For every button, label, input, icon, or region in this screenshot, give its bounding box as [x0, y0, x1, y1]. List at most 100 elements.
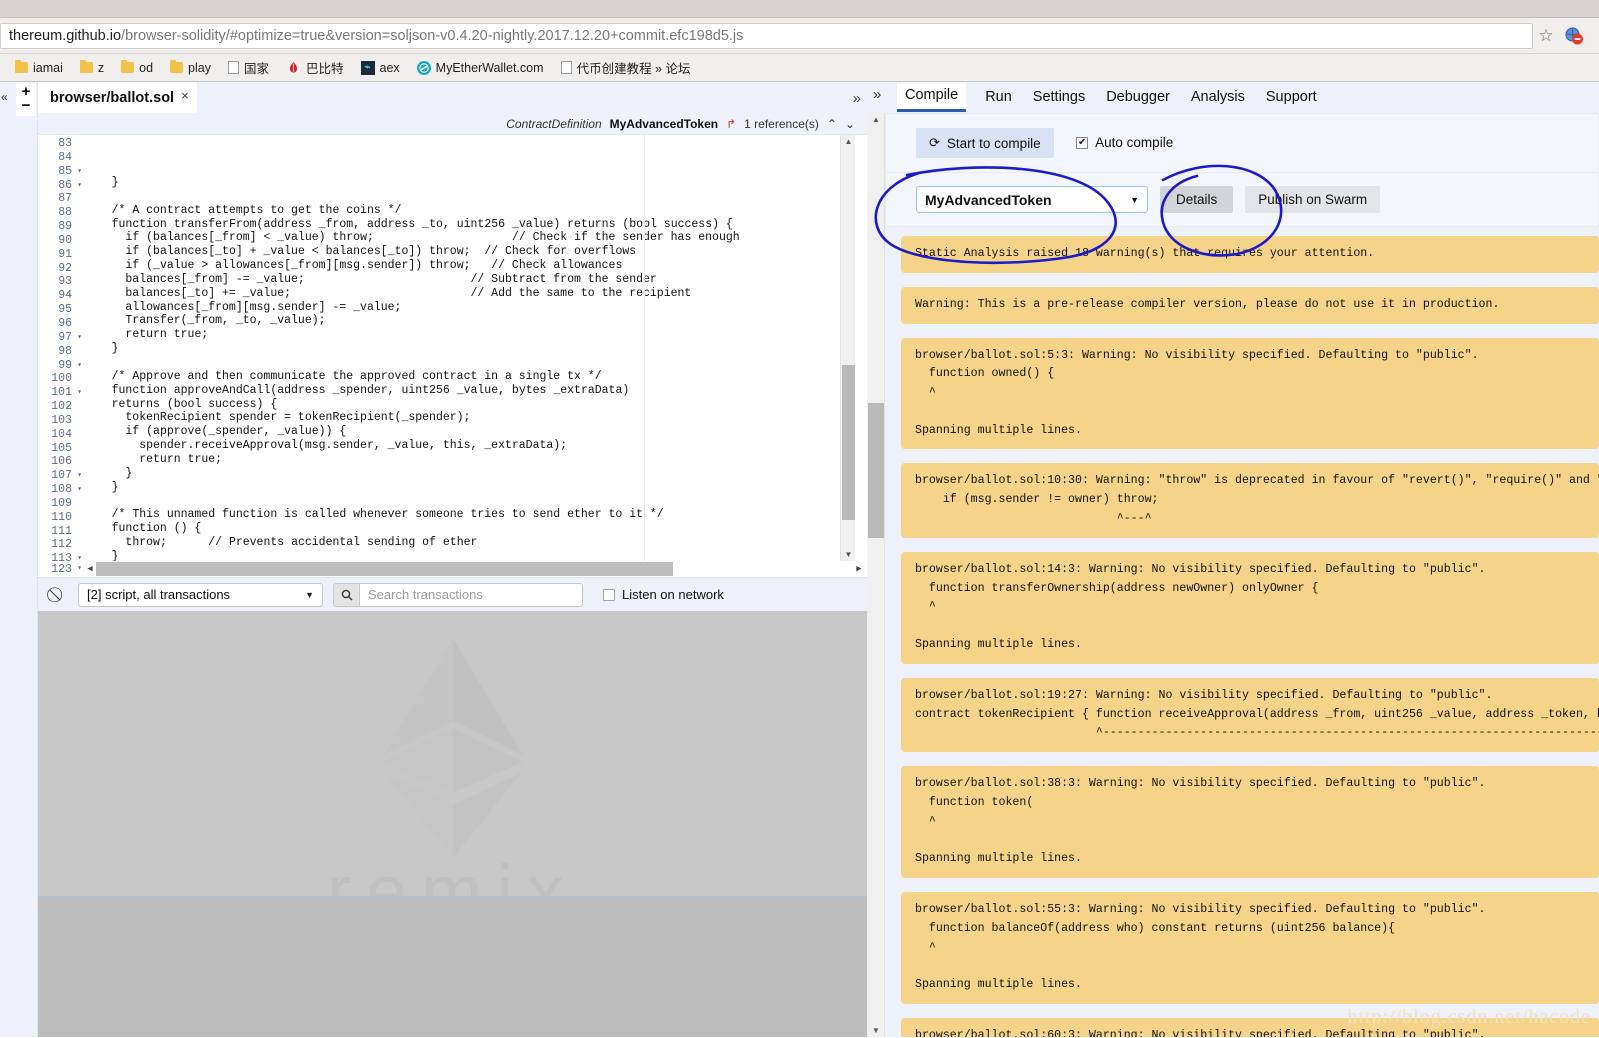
- hscroll-right-icon[interactable]: ▶: [853, 564, 865, 574]
- panel-scroll-down-icon[interactable]: ▼: [867, 1026, 885, 1035]
- search-transactions-input[interactable]: Search transactions: [359, 582, 583, 607]
- bookmark-item[interactable]: 代币创建教程 » 论坛: [554, 56, 698, 79]
- code-line[interactable]: if (balances[_from] < _value) throw; // …: [74, 231, 867, 245]
- code-line[interactable]: }: [74, 550, 867, 561]
- line-number: 85 ▾: [58, 164, 82, 178]
- listen-on-network-toggle[interactable]: Listen on network: [603, 587, 724, 602]
- tab-run[interactable]: Run: [983, 85, 1014, 111]
- code-line[interactable]: return true;: [74, 328, 867, 342]
- panel-scrollbar-thumb[interactable]: [868, 403, 884, 538]
- static-analysis-warning[interactable]: Static Analysis raised 18 warning(s) tha…: [901, 236, 1599, 273]
- extension-icon[interactable]: [1559, 26, 1589, 46]
- code-line[interactable]: if (approve(_spender, _value)) {: [74, 425, 867, 439]
- code-line[interactable]: balances[_to] += _value; // Add the same…: [74, 287, 867, 301]
- chevron-down-icon[interactable]: ⌄: [845, 117, 855, 131]
- fold-icon[interactable]: ▾: [77, 563, 82, 573]
- visibility-warning-5-3[interactable]: browser/ballot.sol:5:3: Warning: No visi…: [901, 337, 1599, 450]
- jump-to-icon[interactable]: ↱: [726, 117, 736, 131]
- throw-deprecated-warning-10-30[interactable]: browser/ballot.sol:10:30: Warning: "thro…: [901, 463, 1599, 538]
- code-line[interactable]: }: [74, 176, 867, 190]
- close-icon[interactable]: ×: [181, 88, 189, 103]
- code-line[interactable]: Transfer(_from, _to, _value);: [74, 314, 867, 328]
- code-line[interactable]: function approveAndCall(address _spender…: [74, 384, 867, 398]
- scrollbar-thumb[interactable]: [842, 365, 855, 520]
- code-line[interactable]: spender.receiveApproval(msg.sender, _val…: [74, 439, 867, 453]
- address-bar[interactable]: thereum.github.io/browser-solidity/#opti…: [0, 22, 1533, 49]
- last-line-number: 123 ▾: [38, 563, 82, 576]
- checkbox-icon[interactable]: [603, 588, 615, 601]
- panel-scroll-up-icon[interactable]: ▲: [867, 115, 885, 124]
- code-line[interactable]: if (balances[_to] + _value < balances[_t…: [74, 245, 867, 259]
- tab-settings[interactable]: Settings: [1031, 85, 1087, 111]
- publish-on-swarm-button[interactable]: Publish on Swarm: [1245, 186, 1381, 213]
- line-number: 90: [58, 233, 72, 247]
- decrease-font-icon[interactable]: −: [16, 98, 36, 113]
- line-number: 95: [58, 303, 72, 317]
- code-content[interactable]: } /* A contract attempts to get the coin…: [74, 135, 867, 561]
- search-icon[interactable]: [333, 582, 359, 607]
- code-line[interactable]: function transferFrom(address _from, add…: [74, 218, 867, 232]
- details-button[interactable]: Details: [1160, 186, 1234, 213]
- code-line[interactable]: allowances[_from][msg.sender] -= _value;: [74, 301, 867, 315]
- start-to-compile-button[interactable]: ⟳ Start to compile: [916, 128, 1054, 158]
- code-line[interactable]: [74, 494, 867, 508]
- code-line[interactable]: }: [74, 481, 867, 495]
- code-line[interactable]: [74, 190, 867, 204]
- visibility-warning-38-3[interactable]: browser/ballot.sol:38:3: Warning: No vis…: [901, 766, 1599, 878]
- editor-scrollbar[interactable]: ▲ ▼: [840, 135, 855, 561]
- tab-label: Analysis: [1190, 88, 1245, 105]
- bookmark-item[interactable]: od: [114, 59, 160, 77]
- code-line[interactable]: [74, 356, 867, 370]
- code-line[interactable]: function () {: [74, 522, 867, 536]
- bookmark-item[interactable]: ⌁ aex: [354, 59, 407, 77]
- editor-tab-ballot-sol[interactable]: browser/ballot.sol ×: [38, 82, 197, 113]
- code-line[interactable]: /* This unnamed function is called whene…: [74, 508, 867, 522]
- code-line[interactable]: balances[_from] -= _value; // Subtract f…: [74, 273, 867, 287]
- code-editor[interactable]: 83 84 85 ▾ 86 ▾ 87 88 89 90 91 92 93 94 95 96 97 ▾ 98 99 ▾ 10…: [38, 135, 867, 561]
- chevron-up-icon[interactable]: ⌃: [827, 117, 837, 131]
- bookmark-item[interactable]: 巴比特: [279, 56, 351, 79]
- visibility-warning-14-3[interactable]: browser/ballot.sol:14:3: Warning: No vis…: [901, 551, 1599, 664]
- code-line[interactable]: /* A contract attempts to get the coins …: [74, 204, 867, 218]
- auto-compile-toggle[interactable]: ✔ Auto compile: [1076, 135, 1173, 150]
- bookmark-item[interactable]: play: [163, 59, 218, 77]
- code-line[interactable]: returns (bool success) {: [74, 398, 867, 412]
- bookmark-item[interactable]: MyEtherWallet.com: [410, 59, 551, 77]
- horizontal-scrollbar[interactable]: ◀ ▶: [84, 562, 865, 576]
- compile-panel: ⟳ Start to compile ✔ Auto compile MyAdva…: [885, 113, 1599, 1037]
- visibility-warning-55-3[interactable]: browser/ballot.sol:55:3: Warning: No vis…: [901, 891, 1599, 1004]
- tabbar-overflow-icon[interactable]: »: [853, 90, 861, 107]
- contract-select[interactable]: MyAdvancedToken ▼: [916, 186, 1148, 213]
- tab-debugger[interactable]: Debugger: [1104, 85, 1172, 111]
- panel-scrollbar[interactable]: ▲ ▼: [867, 113, 885, 1037]
- bookmark-item[interactable]: z: [73, 59, 111, 77]
- code-line[interactable]: tokenRecipient spender = tokenRecipient(…: [74, 411, 867, 425]
- code-line[interactable]: return true;: [74, 453, 867, 467]
- terminal-output[interactable]: remix: [38, 611, 867, 1037]
- hscroll-thumb[interactable]: [96, 562, 673, 576]
- panel-collapse-icon[interactable]: »: [873, 86, 881, 103]
- code-line[interactable]: }: [74, 342, 867, 356]
- no-entry-icon[interactable]: ⃠: [48, 586, 68, 603]
- code-line[interactable]: if (_value > allowances[_from][msg.sende…: [74, 259, 867, 273]
- tab-analysis[interactable]: Analysis: [1189, 85, 1247, 111]
- rail-collapse-icon[interactable]: «: [1, 90, 8, 104]
- hscroll-track-rest[interactable]: [673, 562, 853, 576]
- code-line[interactable]: /* Approve and then communicate the appr…: [74, 370, 867, 384]
- scroll-down-icon[interactable]: ▼: [841, 550, 856, 559]
- tab-support[interactable]: Support: [1264, 85, 1319, 111]
- visibility-warning-19-27[interactable]: browser/ballot.sol:19:27: Warning: No vi…: [901, 677, 1599, 753]
- transaction-filter-select[interactable]: [2] script, all transactions ▼: [78, 582, 323, 607]
- tab-compile[interactable]: Compile: [897, 83, 967, 112]
- code-line[interactable]: throw; // Prevents accidental sending of…: [74, 536, 867, 550]
- font-size-controls[interactable]: + −: [16, 83, 36, 116]
- bookmark-item[interactable]: iamai: [8, 59, 70, 77]
- prerelease-warning[interactable]: Warning: This is a pre-release compiler …: [901, 286, 1599, 324]
- scroll-up-icon[interactable]: ▲: [841, 137, 856, 146]
- editor-hscroll-row[interactable]: 123 ▾ ◀ ▶: [38, 561, 867, 577]
- hscroll-left-icon[interactable]: ◀: [84, 564, 96, 574]
- checkbox-checked-icon[interactable]: ✔: [1076, 136, 1089, 149]
- bookmark-item[interactable]: 国家: [221, 56, 276, 79]
- bookmark-star-icon[interactable]: ☆: [1533, 26, 1559, 46]
- code-line[interactable]: }: [74, 467, 867, 481]
